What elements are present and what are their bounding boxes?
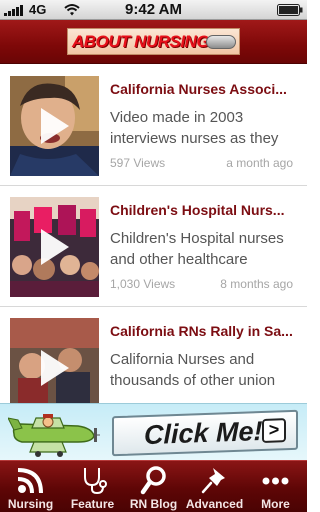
video-list-item[interactable]: California Nurses Associ... Video made i… (0, 65, 307, 186)
click-me-text: Click Me!!! (144, 415, 281, 451)
click-me-banner[interactable]: Click Me!!! > (112, 409, 298, 457)
video-thumbnail[interactable] (10, 197, 99, 297)
video-list-item[interactable]: California RNs Rally in Sa... California… (0, 307, 307, 403)
play-icon (41, 108, 69, 144)
ad-banner[interactable]: Click Me!!! > (0, 403, 307, 460)
video-description: Video made in 2003 interviews nurses as … (110, 109, 279, 147)
tab-label: Nursing (7, 497, 54, 511)
video-description: California Nurses and thousands of other… (110, 351, 276, 389)
video-thumbnail[interactable] (10, 76, 99, 176)
video-date: 8 months ago (220, 277, 293, 291)
video-title[interactable]: California Nurses Associ... (110, 81, 295, 97)
magnifier-icon (140, 466, 166, 495)
tab-nursing[interactable]: Nursing (0, 461, 61, 512)
clock-time: 9:42 AM (125, 1, 182, 18)
stethoscope-icon (84, 468, 107, 495)
video-views: 597 Views (110, 156, 166, 170)
video-thumbnail[interactable] (10, 318, 99, 403)
logo-pill-icon (206, 35, 236, 49)
tab-advanced[interactable]: Advanced (184, 461, 245, 512)
tab-bar: Nursing Feature RN Blog Advanced More (0, 460, 307, 512)
video-title[interactable]: Children's Hospital Nurs... (110, 202, 295, 218)
battery-icon (277, 4, 303, 16)
tab-feature[interactable]: Feature (62, 461, 123, 512)
tab-rn-blog[interactable]: RN Blog (123, 461, 184, 512)
airplane-icon (8, 414, 100, 457)
video-views: 1,030 Views (110, 277, 176, 291)
tab-label: More (261, 497, 290, 511)
about-nursing-logo: ABOUT NURSING (67, 28, 240, 55)
play-icon (41, 350, 69, 386)
logo-text: ABOUT NURSING (72, 32, 210, 51)
chevron-right-icon: > (262, 418, 286, 444)
status-bar: 4G 9:42 AM (0, 0, 307, 20)
video-title[interactable]: California RNs Rally in Sa... (110, 323, 295, 339)
video-description: Children's Hospital nurses and other hea… (110, 230, 284, 268)
pushpin-icon (201, 468, 225, 494)
tab-label: Feature (70, 497, 115, 511)
video-list-item[interactable]: Children's Hospital Nurs... Children's H… (0, 186, 307, 307)
rss-icon (17, 468, 43, 494)
app-header: ABOUT NURSING (0, 20, 307, 64)
video-date: a month ago (226, 156, 293, 170)
play-icon (41, 229, 69, 265)
tab-label: Advanced (185, 497, 244, 511)
more-dots-icon (262, 477, 289, 485)
tab-label: RN Blog (129, 497, 178, 511)
tab-more[interactable]: More (245, 461, 306, 512)
video-list[interactable]: California Nurses Associ... Video made i… (0, 65, 307, 403)
